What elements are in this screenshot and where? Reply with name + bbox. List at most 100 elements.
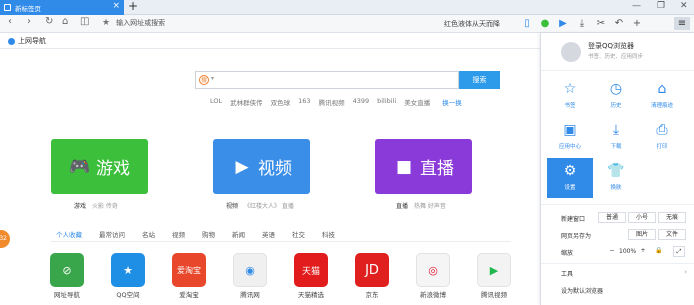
chevron-down-icon[interactable]: ▾ [211, 75, 214, 82]
default-browser-row[interactable]: 设为默认浏览器 [541, 283, 694, 297]
home-button[interactable]: ⌂ [62, 16, 68, 27]
leaf-icon[interactable]: ● [539, 17, 551, 30]
search-input[interactable]: 搜 ▾ [195, 71, 459, 89]
minimize-button[interactable]: — [632, 1, 641, 11]
site-tile[interactable]: ⊘ 网址导航 [47, 253, 87, 299]
normal-window-button[interactable]: 普通 [598, 212, 626, 223]
avatar[interactable] [561, 42, 581, 62]
play-icon[interactable]: ▶ [557, 17, 569, 30]
undo-icon[interactable]: ↶ [613, 17, 625, 30]
history-button[interactable]: ◷ 历史 [593, 76, 639, 116]
hot-word[interactable]: LOL [210, 97, 222, 107]
reader-mode-button[interactable]: ◫ [80, 16, 89, 27]
menu-icon[interactable]: ≡ [674, 17, 690, 30]
search-suggestion[interactable]: 红色液体从天而降 [444, 19, 500, 29]
url-input[interactable]: ★ 输入网址或搜索 [102, 18, 165, 28]
phone-icon[interactable]: ▯ [521, 17, 533, 30]
compass-icon: ⊘ [50, 253, 84, 287]
bookmarks-button[interactable]: ☆ 书签 [547, 76, 593, 116]
tab-new-tab[interactable]: 新标签页 × [0, 0, 124, 15]
video-tile-title: 视频 [258, 159, 292, 179]
clear-traces-button[interactable]: ⌂ 清理痕迹 [639, 76, 685, 116]
clock-icon: ◷ [609, 81, 623, 97]
downloads-button[interactable]: ⤓ 下载 [593, 117, 639, 157]
site-tile[interactable]: 爱淘宝 爱淘宝 [169, 253, 209, 299]
zoom-value: 100% [619, 248, 637, 255]
video-tile[interactable]: ▶ 视频 [213, 139, 310, 194]
site-label: 新浪微博 [420, 291, 446, 299]
hot-word[interactable]: 双色球 [271, 97, 291, 107]
grid-label: 书签 [564, 103, 576, 109]
close-window-button[interactable]: ✕ [680, 1, 688, 11]
site-tile[interactable]: ▶ 腾讯视频 [474, 253, 514, 299]
page-icon [4, 4, 11, 11]
site-tile[interactable]: JD 京东 [352, 253, 392, 299]
caption-main[interactable]: 视频 [226, 203, 238, 210]
caption-main[interactable]: 游戏 [74, 203, 86, 210]
floating-badge[interactable]: 32 [0, 230, 10, 248]
caption-sub[interactable]: 热舞 好声音 [414, 203, 446, 210]
save-file-button[interactable]: 文件 [658, 229, 686, 240]
caption-sub[interactable]: 火影 传奇 [92, 203, 118, 210]
small-window-button[interactable]: 小号 [628, 212, 656, 223]
lock-icon[interactable]: 🔒 [654, 246, 664, 257]
grid-label: 换肤 [610, 185, 622, 191]
site-tile[interactable]: ★ QQ空间 [108, 253, 148, 299]
login-label[interactable]: 登录QQ浏览器 [588, 41, 634, 51]
grid-label: 历史 [610, 103, 622, 109]
settings-button[interactable]: ⚙ 设置 [547, 158, 593, 198]
url-placeholder: 输入网址或搜索 [116, 19, 166, 27]
hot-word[interactable]: 腾讯视频 [319, 97, 345, 107]
refresh-button[interactable]: ↻ [45, 16, 53, 27]
bookmark-star-icon[interactable]: ★ [102, 18, 110, 28]
zoom-out-button[interactable]: − [607, 246, 617, 257]
app-center-button[interactable]: ▣ 应用中心 [547, 117, 593, 157]
bookmark-label: 上网导航 [18, 37, 46, 45]
live-tile[interactable]: ■ 直播 [375, 139, 472, 194]
caption-sub[interactable]: 《红楼大人》 直播 [244, 203, 294, 210]
save-page-row: 网页另存为 图片 文件 [541, 228, 694, 242]
skin-button[interactable]: 👕 换肤 [593, 158, 639, 198]
game-tile[interactable]: 🎮 游戏 [51, 139, 148, 194]
user-login-area[interactable]: 登录QQ浏览器 书签、历史、应用同步 [541, 33, 694, 71]
gamepad-icon: 🎮 [69, 156, 91, 177]
back-button[interactable]: ‹ [8, 16, 12, 27]
tab-close-icon[interactable]: × [112, 1, 120, 11]
new-window-row: 新建窗口 普通 小号 无痕 [541, 211, 694, 225]
login-sub-label: 书签、历史、应用同步 [588, 54, 644, 60]
row-label: 设为默认浏览器 [561, 288, 604, 295]
shirt-icon: 👕 [607, 163, 625, 179]
plus-icon[interactable]: + [631, 17, 643, 30]
incognito-window-button[interactable]: 无痕 [658, 212, 686, 223]
forward-button[interactable]: › [27, 16, 31, 27]
hot-word[interactable]: bilibili [377, 97, 396, 107]
refresh-hotwords-link[interactable]: 换一换 [442, 97, 462, 107]
tools-row[interactable]: 工具 › [541, 266, 694, 280]
print-button[interactable]: ⎙ 打印 [639, 117, 685, 157]
broom-icon: ⌂ [657, 81, 667, 97]
save-image-button[interactable]: 图片 [628, 229, 656, 240]
maximize-button[interactable]: ❐ [657, 1, 665, 11]
download-icon[interactable]: ⤓ [576, 17, 588, 30]
fullscreen-icon[interactable]: ⤢ [673, 246, 685, 257]
caption-main[interactable]: 直播 [396, 203, 408, 210]
bookmark-item[interactable]: 上网导航 [8, 36, 46, 46]
site-tile[interactable]: 天猫 天猫精选 [291, 253, 331, 299]
game-tile-title: 游戏 [96, 159, 130, 179]
zoom-in-button[interactable]: + [638, 246, 648, 257]
scissors-icon[interactable]: ✂ [595, 17, 607, 30]
hot-word[interactable]: 163 [298, 97, 310, 107]
search-engine-icon[interactable]: 搜 [199, 75, 209, 85]
new-tab-button[interactable]: + [128, 0, 138, 13]
hot-word[interactable]: 武林群侠传 [230, 97, 263, 107]
taobao-icon: 爱淘宝 [172, 253, 206, 287]
hot-word[interactable]: 4399 [353, 97, 370, 107]
site-tile[interactable]: ◎ 新浪微博 [413, 253, 453, 299]
printer-icon: ⎙ [656, 122, 668, 138]
site-tile[interactable]: ◉ 腾讯网 [230, 253, 270, 299]
search-button[interactable]: 搜索 [459, 71, 500, 89]
row-label: 新建窗口 [561, 216, 586, 223]
hot-word[interactable]: 美女直播 [404, 97, 430, 107]
globe-icon [8, 37, 15, 45]
weibo-icon: ◎ [416, 253, 450, 287]
